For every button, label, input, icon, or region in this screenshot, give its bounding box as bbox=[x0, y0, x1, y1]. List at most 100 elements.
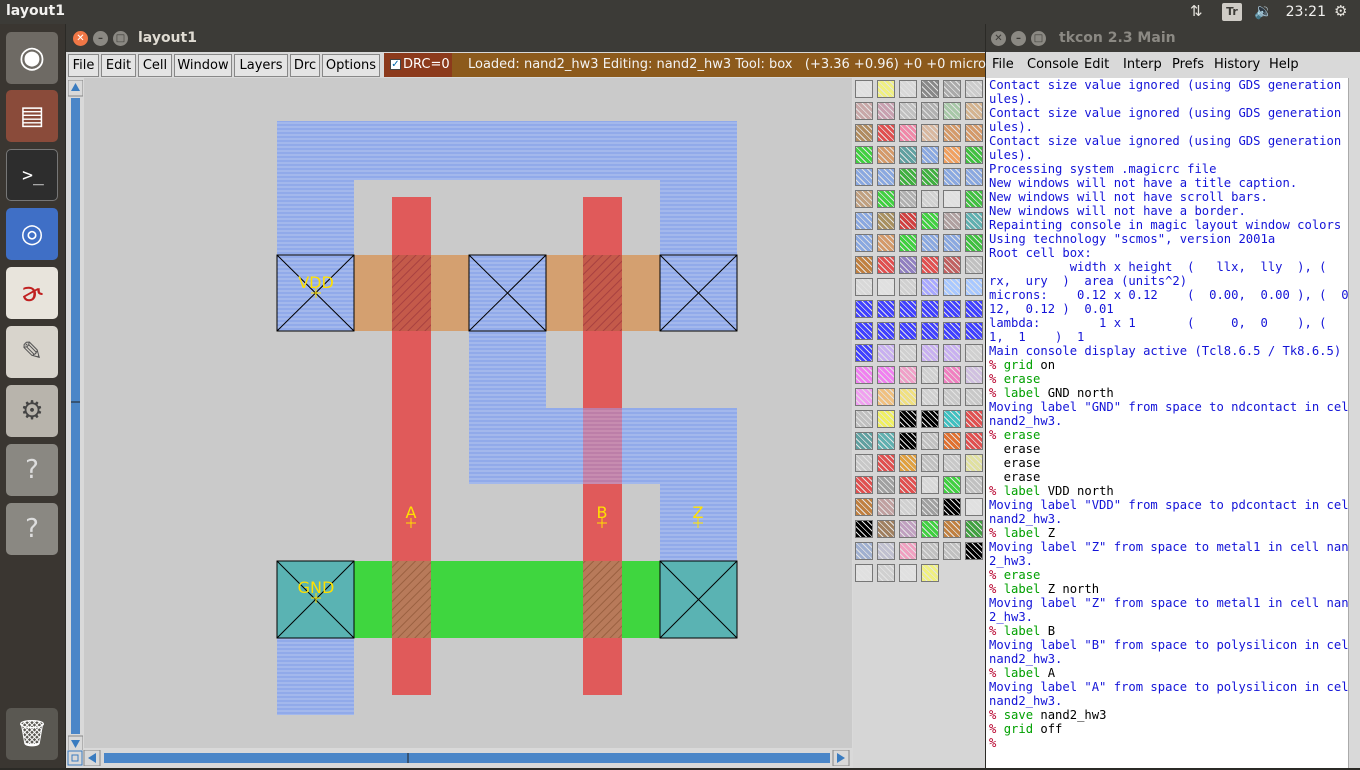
layer-swatch[interactable] bbox=[965, 102, 983, 120]
layer-swatch[interactable] bbox=[877, 542, 895, 560]
layer-swatch[interactable] bbox=[877, 278, 895, 296]
layer-swatch[interactable] bbox=[899, 234, 917, 252]
layer-swatch[interactable] bbox=[965, 498, 983, 516]
layer-swatch[interactable] bbox=[965, 190, 983, 208]
layer-swatch[interactable] bbox=[965, 256, 983, 274]
layer-swatch[interactable] bbox=[877, 344, 895, 362]
layer-swatch[interactable] bbox=[899, 542, 917, 560]
layer-swatch[interactable] bbox=[899, 564, 917, 582]
trash-icon[interactable]: 🗑 bbox=[6, 708, 58, 760]
layer-swatch[interactable] bbox=[877, 168, 895, 186]
layer-swatch[interactable] bbox=[899, 498, 917, 516]
layer-swatch[interactable] bbox=[943, 520, 961, 538]
layer-swatch[interactable] bbox=[921, 322, 939, 340]
layer-swatch[interactable] bbox=[855, 432, 873, 450]
maximize-icon[interactable]: □ bbox=[1031, 31, 1046, 46]
layer-swatch[interactable] bbox=[965, 366, 983, 384]
layer-swatch[interactable] bbox=[965, 278, 983, 296]
layer-swatch[interactable] bbox=[921, 190, 939, 208]
layer-swatch[interactable] bbox=[921, 388, 939, 406]
layer-swatch[interactable] bbox=[855, 190, 873, 208]
layer-swatch[interactable] bbox=[943, 212, 961, 230]
layer-swatch[interactable] bbox=[943, 300, 961, 318]
layer-swatch[interactable] bbox=[965, 80, 983, 98]
layer-swatch[interactable] bbox=[943, 388, 961, 406]
layer-swatch[interactable] bbox=[965, 476, 983, 494]
layer-swatch[interactable] bbox=[899, 366, 917, 384]
layer-swatch[interactable] bbox=[921, 234, 939, 252]
layer-swatch[interactable] bbox=[943, 80, 961, 98]
layer-swatch[interactable] bbox=[965, 520, 983, 538]
layer-swatch[interactable] bbox=[921, 366, 939, 384]
chromium-icon[interactable]: ◎ bbox=[6, 208, 58, 260]
layer-swatch[interactable] bbox=[877, 234, 895, 252]
layer-swatch[interactable] bbox=[877, 190, 895, 208]
tkcon-menu-console[interactable]: Console bbox=[1027, 57, 1079, 72]
layer-swatch[interactable] bbox=[965, 146, 983, 164]
tkcon-menu-prefs[interactable]: Prefs bbox=[1172, 57, 1204, 72]
layer-swatch[interactable] bbox=[899, 432, 917, 450]
menu-file[interactable]: File bbox=[68, 54, 99, 77]
minimize-icon[interactable]: – bbox=[93, 31, 108, 46]
layer-swatch[interactable] bbox=[899, 322, 917, 340]
layer-swatch[interactable] bbox=[855, 322, 873, 340]
layer-swatch[interactable] bbox=[899, 190, 917, 208]
vertical-scrollbar[interactable] bbox=[67, 79, 84, 756]
menu-cell[interactable]: Cell bbox=[138, 54, 172, 77]
layer-swatch[interactable] bbox=[855, 278, 873, 296]
tkcon-scrollbar[interactable] bbox=[1348, 78, 1360, 768]
layer-swatch[interactable] bbox=[943, 410, 961, 428]
unknown-app-icon[interactable]: ? bbox=[6, 444, 58, 496]
layer-swatch[interactable] bbox=[921, 124, 939, 142]
layer-swatch[interactable] bbox=[943, 190, 961, 208]
layer-swatch[interactable] bbox=[855, 366, 873, 384]
layer-swatch[interactable] bbox=[921, 476, 939, 494]
tkcon-console-output[interactable]: Contact size value ignored (using GDS ge… bbox=[986, 78, 1348, 768]
layer-swatch[interactable] bbox=[877, 564, 895, 582]
layer-swatch[interactable] bbox=[921, 498, 939, 516]
layer-swatch[interactable] bbox=[921, 212, 939, 230]
layer-swatch[interactable] bbox=[855, 234, 873, 252]
layer-swatch[interactable] bbox=[943, 498, 961, 516]
layer-swatch[interactable] bbox=[855, 520, 873, 538]
layer-swatch[interactable] bbox=[921, 256, 939, 274]
layer-swatch[interactable] bbox=[899, 146, 917, 164]
layout-canvas[interactable]: VDD GND A B Z bbox=[84, 78, 852, 748]
minimize-icon[interactable]: – bbox=[1011, 31, 1026, 46]
ubuntu-dash-icon[interactable]: ◉ bbox=[6, 32, 58, 84]
layer-swatch[interactable] bbox=[899, 388, 917, 406]
layer-swatch[interactable] bbox=[921, 520, 939, 538]
layer-swatch[interactable] bbox=[899, 476, 917, 494]
close-icon[interactable]: ✕ bbox=[73, 31, 88, 46]
layer-swatch[interactable] bbox=[877, 146, 895, 164]
layer-swatch[interactable] bbox=[943, 102, 961, 120]
keyboard-indicator[interactable]: Tr bbox=[1222, 3, 1242, 21]
layer-swatch[interactable] bbox=[899, 454, 917, 472]
layer-swatch[interactable] bbox=[921, 146, 939, 164]
layer-swatch[interactable] bbox=[855, 80, 873, 98]
layer-swatch[interactable] bbox=[943, 322, 961, 340]
layer-palette[interactable] bbox=[853, 78, 985, 768]
layer-swatch[interactable] bbox=[943, 454, 961, 472]
layer-swatch[interactable] bbox=[943, 256, 961, 274]
layer-swatch[interactable] bbox=[877, 410, 895, 428]
document-viewer-icon[interactable]: ɚ bbox=[6, 267, 58, 319]
layer-swatch[interactable] bbox=[921, 454, 939, 472]
layer-swatch[interactable] bbox=[943, 542, 961, 560]
system-settings-icon[interactable]: ⚙ bbox=[6, 385, 58, 437]
layer-swatch[interactable] bbox=[943, 234, 961, 252]
layer-swatch[interactable] bbox=[943, 278, 961, 296]
layer-swatch[interactable] bbox=[899, 300, 917, 318]
layer-swatch[interactable] bbox=[877, 388, 895, 406]
menu-edit[interactable]: Edit bbox=[101, 54, 136, 77]
layer-swatch[interactable] bbox=[855, 454, 873, 472]
layer-swatch[interactable] bbox=[855, 542, 873, 560]
layer-swatch[interactable] bbox=[855, 476, 873, 494]
layer-swatch[interactable] bbox=[899, 80, 917, 98]
layer-swatch[interactable] bbox=[877, 124, 895, 142]
menu-drc[interactable]: Drc bbox=[290, 54, 320, 77]
maximize-icon[interactable]: □ bbox=[113, 31, 128, 46]
layer-swatch[interactable] bbox=[899, 256, 917, 274]
layer-swatch[interactable] bbox=[943, 124, 961, 142]
layer-swatch[interactable] bbox=[921, 410, 939, 428]
